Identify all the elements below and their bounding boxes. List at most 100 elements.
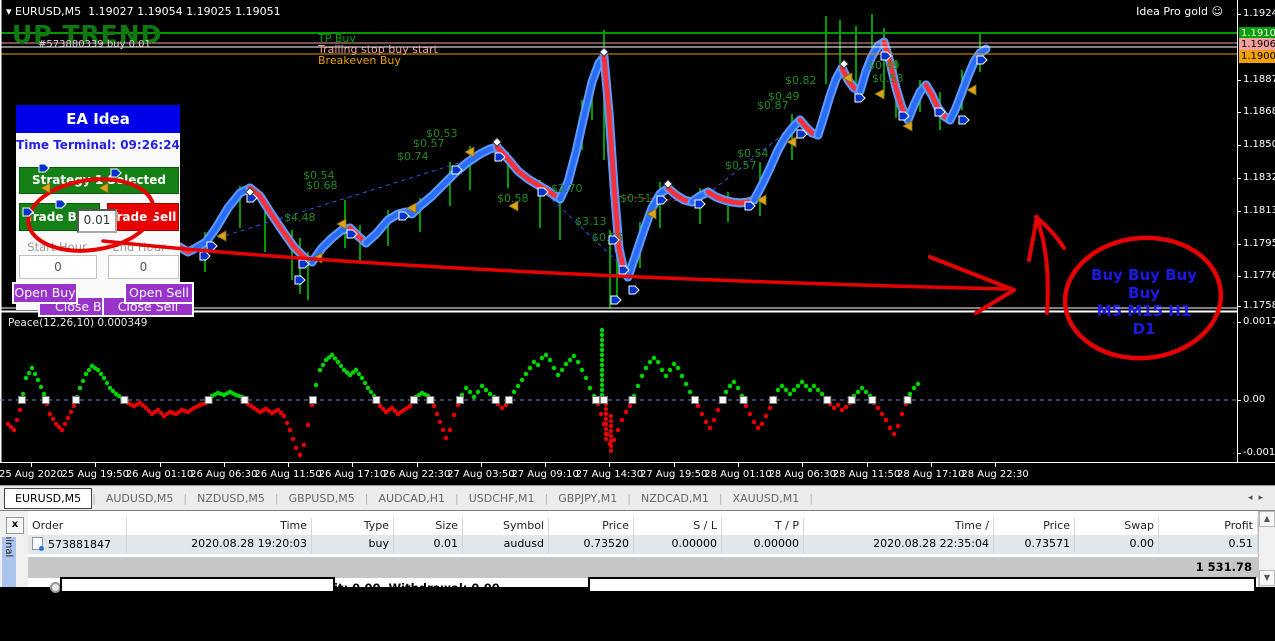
terminal-side-tab-label: Terminal — [3, 537, 14, 557]
time-axis-label: 26 Aug 17:10 — [318, 469, 387, 480]
start-hour-input[interactable]: 0 — [19, 255, 97, 279]
oscillator-spike-dot — [603, 406, 609, 412]
scroll-down-icon[interactable]: ▼ — [1259, 570, 1275, 586]
oscillator-dot — [519, 377, 525, 383]
chart-tab-gbpusd[interactable]: GBPUSD,M5 — [279, 489, 365, 508]
indicator-axis-label: 0.001703 — [1243, 316, 1275, 327]
oscillator-dot — [703, 419, 709, 425]
chart-tab-gbpjpy[interactable]: GBPJPY,M1 — [548, 489, 627, 508]
price-axis-label: 1.18135 — [1243, 205, 1275, 216]
terminal-close-button[interactable]: x — [6, 517, 24, 534]
oscillator-dot — [635, 383, 641, 389]
zero-cross-marker — [600, 396, 608, 404]
time-axis[interactable]: 25 Aug 2020 25 Aug 19:50 26 Aug 01:10 26 Au… — [0, 462, 1275, 486]
strategy-selected-button[interactable]: Strategy 1 Selected — [19, 167, 179, 194]
oscillator-dot — [559, 367, 565, 373]
oscillator-dot — [883, 417, 889, 423]
column-header-profit[interactable]: Profit — [1159, 518, 1258, 535]
chart-dropdown-icon[interactable]: ▾ — [6, 5, 12, 18]
time-axis-label: 28 Aug 22:30 — [961, 469, 1029, 480]
column-header-symbol[interactable]: Symbol — [463, 518, 549, 535]
chart-tab-nzdusd[interactable]: NZDUSD,M5 — [187, 489, 275, 508]
oscillator-dot — [98, 371, 104, 377]
order-cell-4: audusd — [463, 535, 549, 554]
zero-cross-marker — [372, 396, 381, 404]
oscillator-spike-dot — [608, 433, 614, 439]
oscillator-dot — [747, 411, 753, 417]
oscillator-dot — [598, 411, 604, 417]
zero-cross-marker — [17, 396, 26, 404]
oscillator-dot — [547, 357, 553, 363]
trade-sell-button[interactable]: Trade Sell — [107, 203, 179, 231]
buy-arrow-icon — [958, 115, 970, 125]
order-cell-5: 0.73520 — [549, 535, 634, 554]
oscillator-spike-dot — [603, 426, 609, 432]
column-header-price[interactable]: Price — [994, 518, 1075, 535]
tab-scroll-left-icon[interactable]: ◂ — [1248, 493, 1259, 503]
column-header-type[interactable]: Type — [312, 518, 394, 535]
chart-tab-audcad[interactable]: AUDCAD,H1 — [369, 489, 456, 508]
column-header-price[interactable]: Price — [549, 518, 634, 535]
oscillator-spike-dot — [599, 337, 605, 343]
column-header-order[interactable]: Order — [28, 518, 127, 535]
column-header-swap[interactable]: Swap — [1075, 518, 1159, 535]
oscillator-dot — [86, 367, 92, 373]
tab-scroll-arrows[interactable]: ◂▸ — [1248, 493, 1269, 503]
oscillator-spike-dot — [608, 428, 614, 434]
oscillator-dot — [675, 365, 681, 371]
level-line-label: Breakeven Buy — [318, 54, 401, 67]
oscillator-dot — [667, 367, 673, 373]
column-header-sl[interactable]: S / L — [634, 518, 722, 535]
oscillator-dot — [779, 383, 785, 389]
oscillator-dot — [38, 384, 44, 390]
tab-scroll-right-icon[interactable]: ▸ — [1258, 493, 1269, 503]
chart-tab-nzdcad[interactable]: NZDCAD,M1 — [631, 489, 719, 508]
oscillator-dot — [711, 417, 717, 423]
time-axis-label: 28 Aug 17:10 — [897, 469, 965, 480]
terminal-scrollbar[interactable]: ▲ ▼ — [1258, 511, 1275, 587]
oscillator-dot — [687, 389, 693, 395]
lot-size-input[interactable]: 0.01 — [77, 209, 117, 233]
scroll-up-icon[interactable]: ▲ — [1259, 511, 1275, 527]
oscillator-spike-dot — [599, 367, 605, 373]
price-chart-canvas[interactable]: TP BuyTrailing stop buy startBreakeven B… — [0, 0, 1237, 462]
oscillator-dot — [723, 389, 729, 395]
oscillator-dot — [447, 427, 453, 433]
end-hour-input[interactable]: 0 — [108, 255, 179, 279]
zero-cross-marker — [592, 396, 600, 404]
oscillator-dot — [647, 359, 653, 365]
oscillator-dot — [679, 373, 685, 379]
oscillator-spike-dot — [603, 421, 609, 427]
oscillator-dot — [80, 378, 86, 384]
chart-tab-xauusd[interactable]: XAUUSD,M1 — [723, 489, 810, 508]
price-axis-label: 1.18505 — [1243, 139, 1275, 150]
end-hour-label: End Hour — [112, 240, 166, 254]
broker-watermark: Idea Pro gold ☺ — [1136, 5, 1223, 18]
chart-tab-eurusd[interactable]: EURUSD,M5 — [4, 488, 93, 509]
trade-profit-label: $4.48 — [284, 211, 316, 224]
oscillator-dot — [683, 381, 689, 387]
oscillator-dot — [731, 379, 737, 385]
zero-cross-marker — [309, 396, 317, 404]
oscillator-dot — [563, 361, 569, 367]
oscillator-dot — [365, 385, 371, 391]
price-axis[interactable]: 1.19240 1.18870 1.18685 1.18505 1.18320 1.181… — [1237, 0, 1275, 462]
open-buy-button[interactable]: Open Buy — [12, 282, 78, 304]
oscillator-dot — [759, 421, 765, 427]
open-sell-button[interactable]: Open Sell — [124, 282, 194, 304]
column-header-time[interactable]: Time — [127, 518, 312, 535]
column-header-size[interactable]: Size — [394, 518, 463, 535]
mtf-buy-signal: Buy Buy Buy Buy M5 M15 H1 D1 — [1085, 266, 1203, 338]
chart-tab-usdchf[interactable]: USDCHF,M1 — [459, 489, 545, 508]
oscillator-dot — [463, 385, 469, 391]
column-header-time[interactable]: Time ∕ — [804, 518, 994, 535]
order-cell-1: 2020.08.28 19:20:03 — [127, 535, 312, 554]
terminal-side-tab[interactable]: Terminal — [2, 537, 16, 587]
oscillator-dot — [467, 389, 473, 395]
trade-profit-label: $0.68 — [306, 179, 338, 192]
oscillator-spike-dot — [603, 436, 609, 442]
column-header-tp[interactable]: T / P — [722, 518, 804, 535]
chart-tab-audusd[interactable]: AUDUSD,M5 — [96, 489, 184, 508]
time-axis-label: 27 Aug 03:50 — [447, 469, 515, 480]
time-axis-tick — [31, 463, 32, 467]
